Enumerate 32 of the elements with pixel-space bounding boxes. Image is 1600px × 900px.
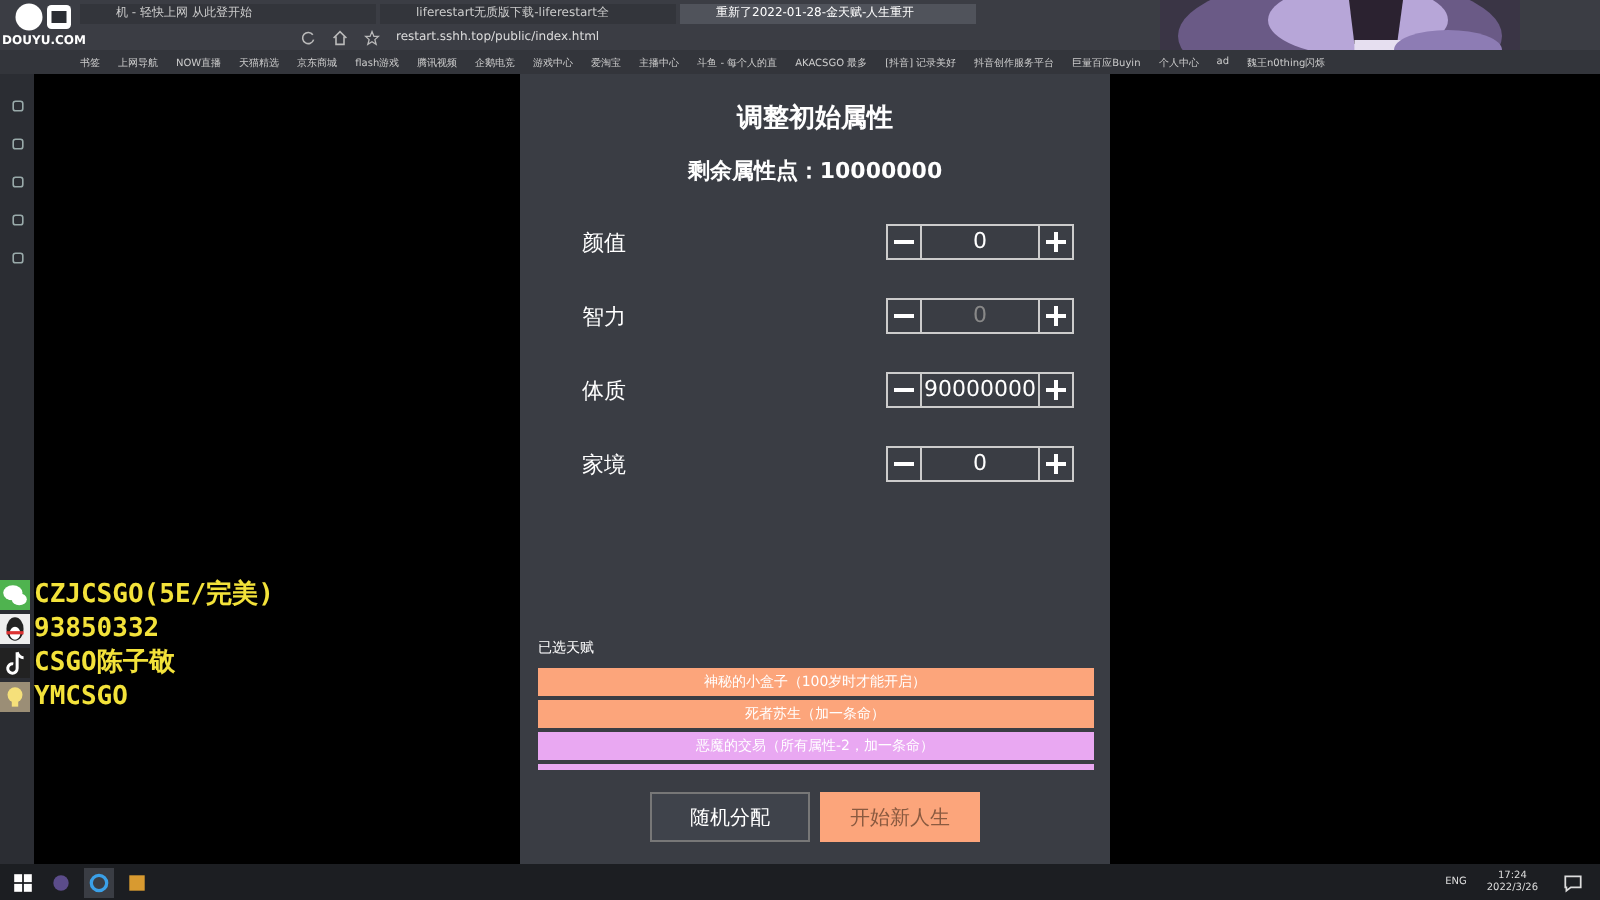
random-button[interactable]: 随机分配 [650,792,810,842]
sidebar-icon[interactable] [9,98,25,114]
minus-button[interactable] [886,298,922,334]
contact-text: CSGO陈子敬 [34,648,175,678]
bulb-icon [0,682,30,712]
home-icon[interactable] [332,29,348,45]
panel-title: 调整初始属性 [737,101,893,136]
minus-button[interactable] [886,224,922,260]
plus-button[interactable] [1038,372,1074,408]
reload-icon[interactable] [300,29,316,45]
plus-button[interactable] [1038,224,1074,260]
attribute-label: 智力 [582,301,626,331]
sidebar-icon[interactable] [9,250,25,266]
contact-text: 93850332 [34,614,160,644]
sidebar-icon[interactable] [9,174,25,190]
plus-button[interactable] [1038,298,1074,334]
attribute-label: 体质 [582,375,626,405]
contact-text: YMCSGO [34,682,128,712]
sidebar-icon[interactable] [9,212,25,228]
attribute-label: 颜值 [582,227,626,257]
browser-icon[interactable] [84,867,114,897]
sidebar-icon[interactable] [9,136,25,152]
contact-text: CZJCSGO(5E/完美) [34,580,274,610]
star-icon[interactable] [364,29,380,45]
music-note-icon [0,648,30,678]
penguin-icon [0,614,30,644]
chat-bubble-icon [0,580,30,610]
minus-button[interactable] [886,446,922,482]
minus-button[interactable] [886,372,922,408]
plus-button[interactable] [1038,446,1074,482]
attribute-label: 家境 [582,449,626,479]
remaining-points: 剩余属性点：10000000 [687,156,943,186]
